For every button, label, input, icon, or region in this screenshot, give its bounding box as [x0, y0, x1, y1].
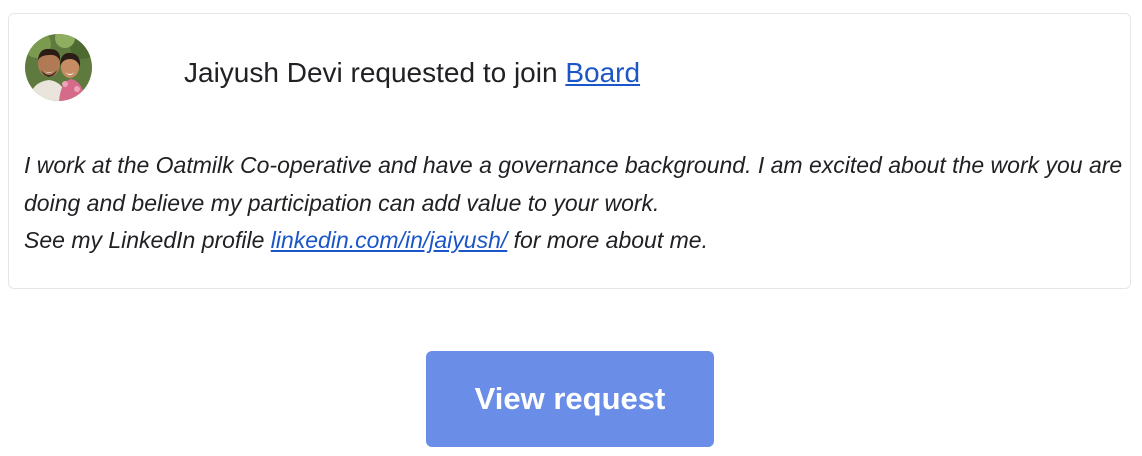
- linkedin-prefix: See my LinkedIn profile: [24, 227, 265, 253]
- requester-avatar: [25, 34, 92, 101]
- group-link[interactable]: Board: [565, 57, 640, 88]
- message-paragraph: I work at the Oatmilk Co-operative and h…: [24, 152, 1123, 216]
- avatar-photo-icon: [25, 34, 92, 101]
- join-request-card: Jaiyush Devi requested to join Board I w…: [8, 13, 1131, 289]
- linkedin-line: See my LinkedIn profile linkedin.com/in/…: [24, 222, 1124, 260]
- linkedin-link[interactable]: linkedin.com/in/jaiyush/: [271, 227, 508, 253]
- linkedin-suffix: for more about me.: [513, 227, 708, 253]
- view-request-button[interactable]: View request: [426, 351, 714, 447]
- requester-name: Jaiyush Devi: [184, 57, 343, 88]
- request-headline: Jaiyush Devi requested to join Board: [184, 55, 640, 91]
- request-message: I work at the Oatmilk Co-operative and h…: [24, 147, 1124, 260]
- request-action-text: requested to join: [350, 57, 558, 88]
